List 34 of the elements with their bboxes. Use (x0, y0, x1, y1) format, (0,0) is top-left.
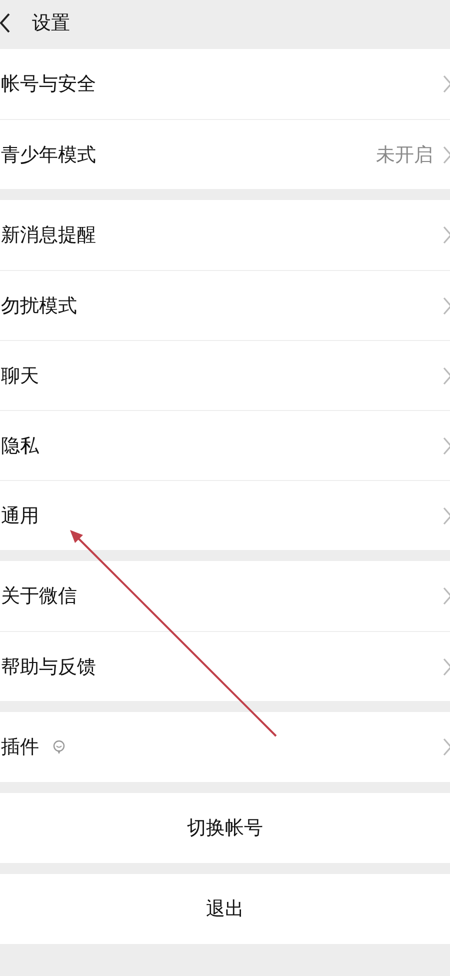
settings-item[interactable]: 插件 (0, 712, 450, 782)
back-icon[interactable] (0, 12, 10, 32)
chevron-icon (443, 366, 450, 384)
settings-label: 通用 (1, 504, 39, 528)
settings-item[interactable]: 新消息提醒 (0, 200, 450, 270)
settings-label: 帮助与反馈 (1, 654, 96, 680)
settings-label: 帐号与安全 (1, 72, 96, 97)
chevron-icon (443, 296, 450, 314)
chevron-icon (443, 658, 450, 676)
settings-label: 新消息提醒 (1, 223, 96, 248)
settings-item[interactable]: 帐号与安全 (0, 49, 450, 119)
status-value: 未开启 (376, 142, 433, 168)
chevron-icon (443, 75, 450, 93)
chevron-icon (443, 587, 450, 605)
settings-label: 隐私 (1, 434, 39, 458)
settings-item[interactable]: 青少年模式 未开启 (0, 119, 450, 189)
settings-item[interactable]: 勿扰模式 (0, 270, 450, 340)
chevron-icon (443, 226, 450, 244)
settings-label: 聊天 (1, 364, 39, 388)
settings-item[interactable]: 隐私 (0, 410, 450, 480)
chevron-icon (443, 146, 450, 164)
action-button[interactable]: 切换帐号 (0, 793, 450, 863)
page-title: 设置 (32, 10, 70, 36)
chevron-icon (443, 436, 450, 454)
settings-label: 关于微信 (1, 584, 77, 609)
settings-label: 勿扰模式 (1, 294, 77, 318)
settings-item[interactable]: 关于微信 (0, 561, 450, 631)
action-button[interactable]: 退出 (0, 874, 450, 944)
chevron-icon (443, 506, 450, 524)
settings-item[interactable]: 帮助与反馈 (0, 631, 450, 701)
settings-label: 插件 (1, 735, 39, 760)
settings-item[interactable]: 聊天 (0, 340, 450, 410)
chevron-icon (443, 738, 450, 756)
settings-label: 青少年模式 (1, 142, 96, 168)
